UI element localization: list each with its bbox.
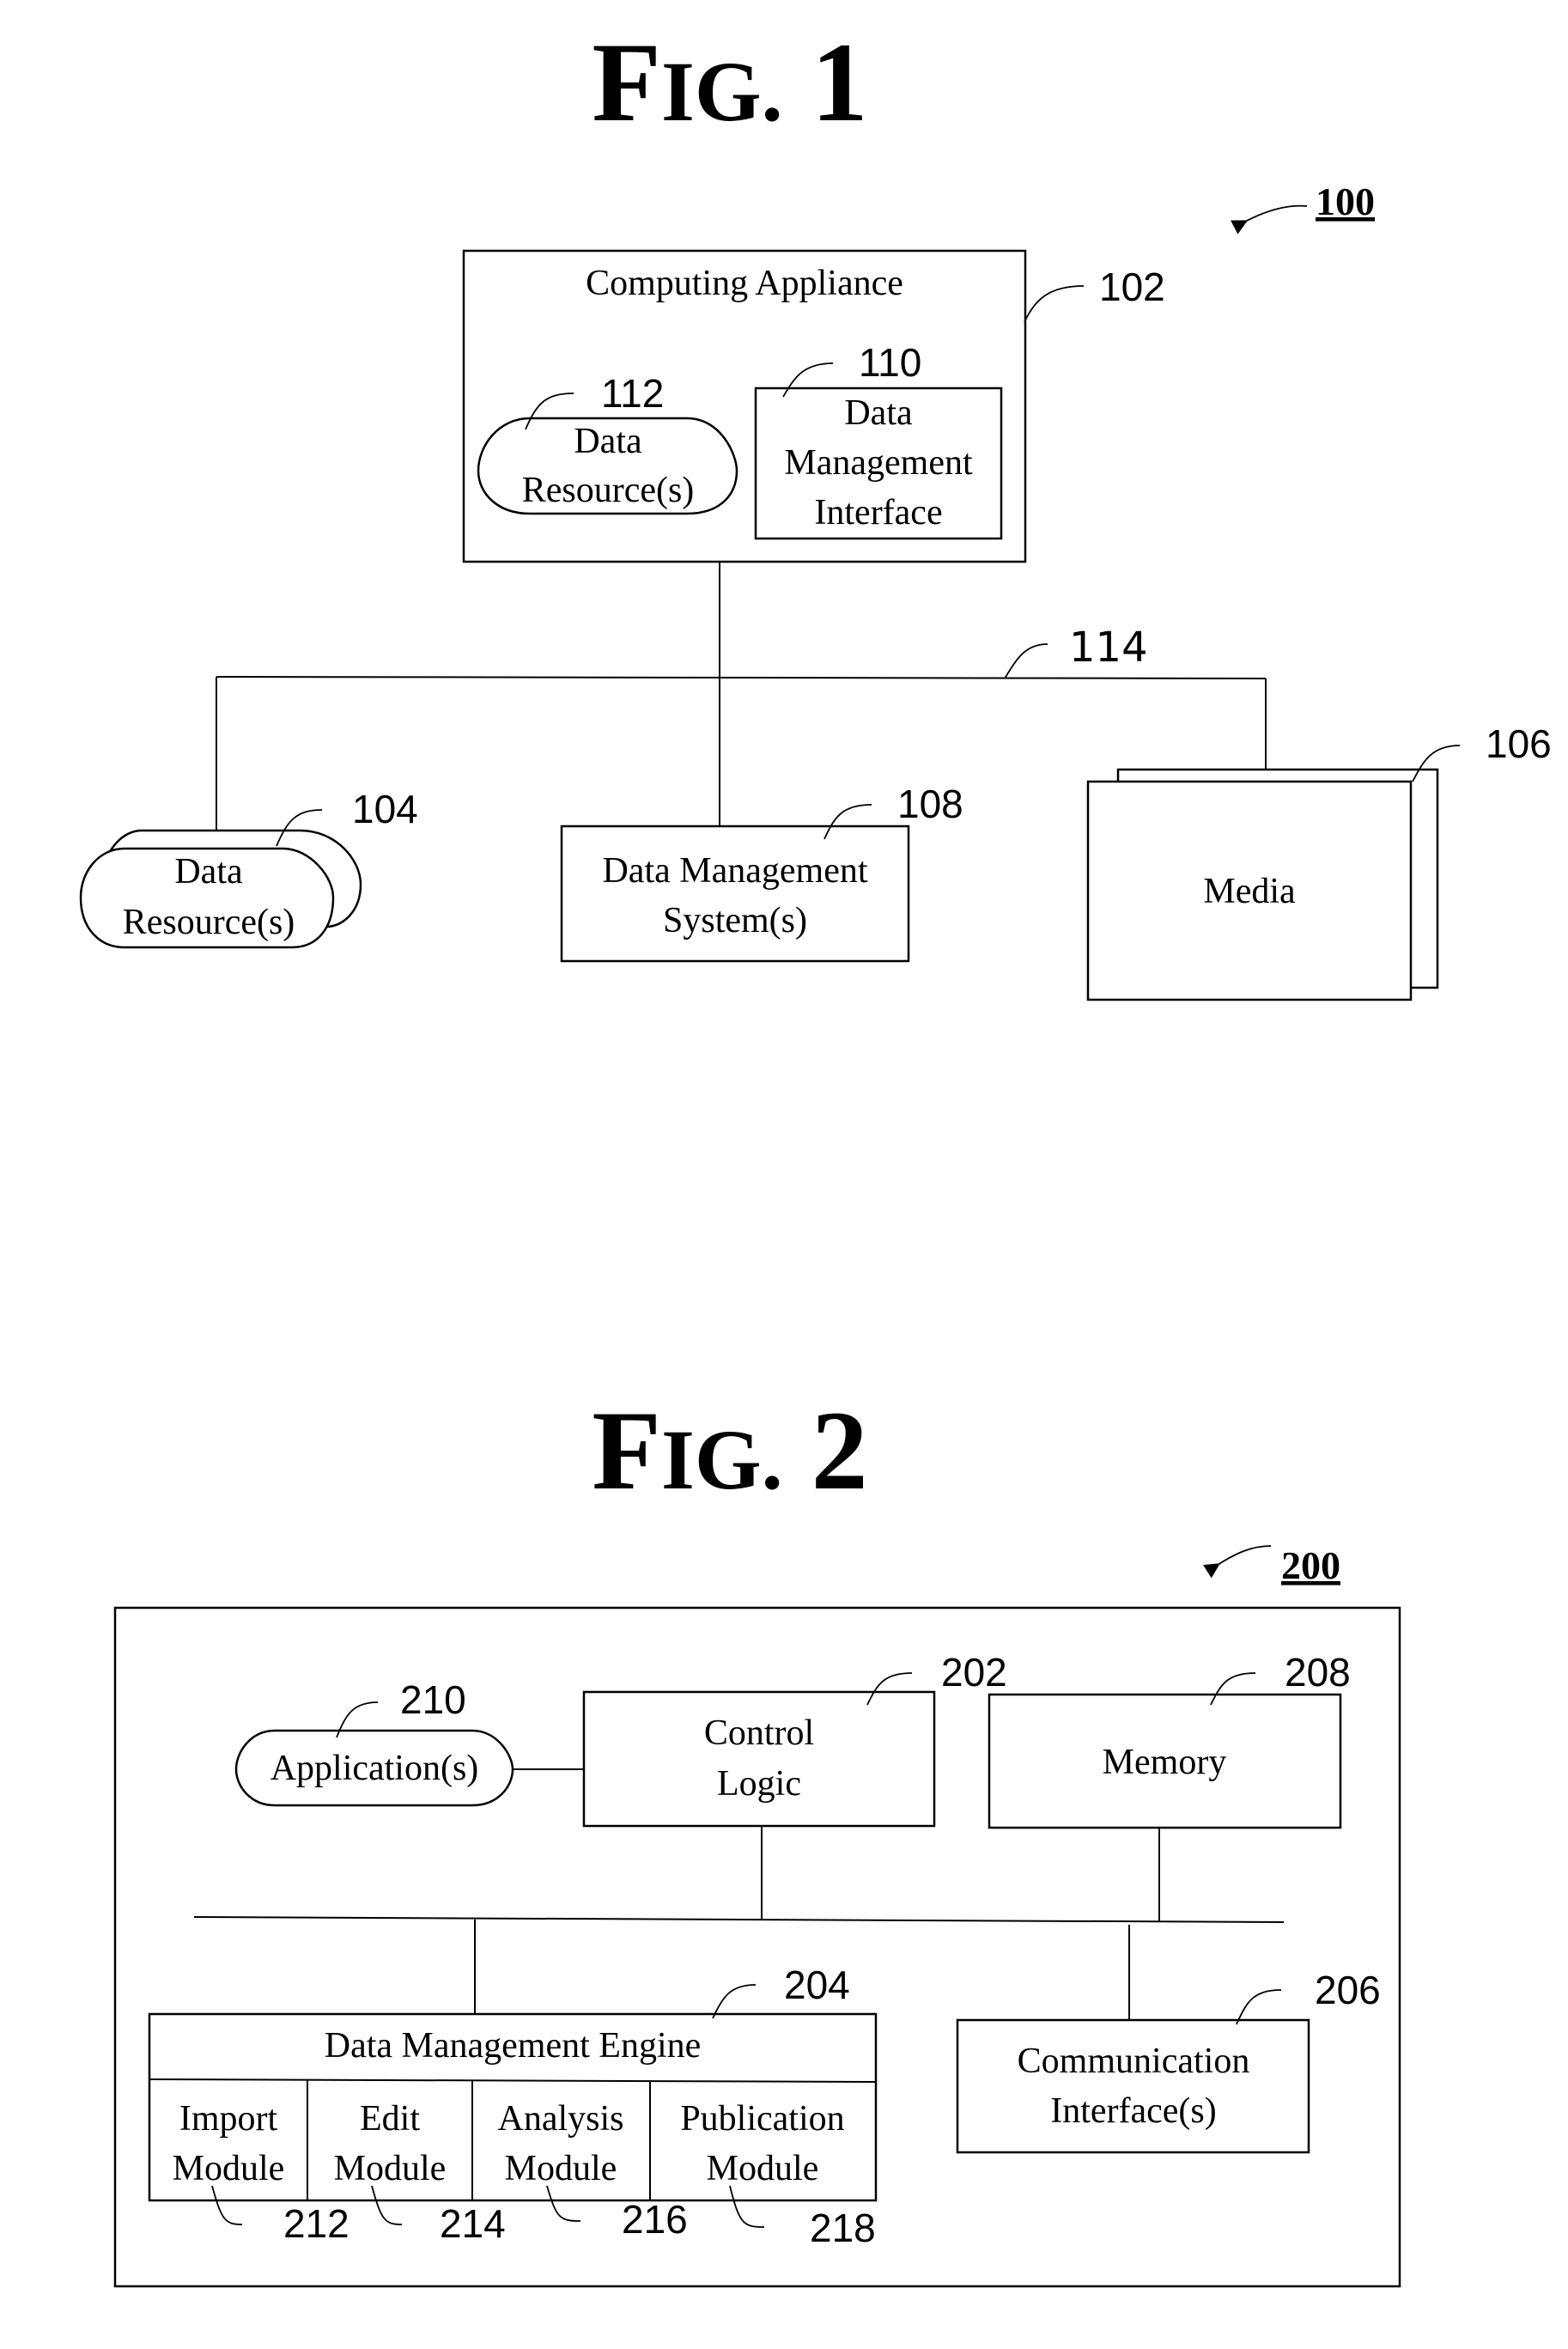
external-data-resources-cylinders: Data Resource(s) 104 xyxy=(79,787,418,949)
ref-104: 104 xyxy=(352,787,418,831)
computing-appliance-label: Computing Appliance xyxy=(586,264,903,303)
comm-line2: Interface(s) xyxy=(1050,2091,1217,2131)
comm-line1: Communication xyxy=(1018,2042,1250,2081)
patent-figures-canvas: FIG. 1 100 Computing Appliance 102 Data … xyxy=(79,19,1552,2288)
fig2-ref-arrow xyxy=(1203,1545,1272,1579)
ref-210: 210 xyxy=(400,1677,466,1722)
ref-108: 108 xyxy=(897,782,963,826)
data-management-systems-box: Data Management System(s) 108 xyxy=(560,782,963,963)
ref-110: 110 xyxy=(859,340,921,385)
dme-label: Data Management Engine xyxy=(325,2026,702,2066)
dmi-line1: Data xyxy=(844,393,913,433)
fig2-figure-ref: 200 xyxy=(1281,1543,1340,1587)
edit-module-line1: Edit xyxy=(360,2099,420,2139)
applications-label: Application(s) xyxy=(270,1749,479,1788)
ref-112: 112 xyxy=(601,371,664,416)
publication-module-line2: Module xyxy=(707,2149,819,2188)
ref-218: 218 xyxy=(810,2206,876,2250)
ref-206: 206 xyxy=(1315,1968,1381,2012)
ref-216: 216 xyxy=(622,2197,688,2242)
control-logic-line2: Logic xyxy=(717,1764,801,1804)
control-logic-line1: Control xyxy=(704,1713,814,1753)
publication-module-line1: Publication xyxy=(680,2099,844,2139)
import-module-line1: Import xyxy=(179,2099,278,2139)
dms-line2: System(s) xyxy=(663,901,807,940)
ref-202: 202 xyxy=(941,1650,1007,1695)
figure-2: FIG. 2 200 Application(s) 210 Control Lo… xyxy=(113,1387,1401,2288)
ref-106: 106 xyxy=(1486,721,1552,766)
fig1-figure-ref: 100 xyxy=(1316,180,1375,223)
fig1-title: FIG. 1 xyxy=(592,19,867,145)
external-data-resources-line2: Resource(s) xyxy=(123,903,295,942)
ref-214: 214 xyxy=(440,2201,506,2246)
edit-module-line2: Module xyxy=(334,2149,447,2188)
dms-line1: Data Management xyxy=(602,851,867,891)
external-data-resources-line1: Data xyxy=(174,852,243,892)
import-module-line2: Module xyxy=(173,2149,285,2188)
media-stack: Media 106 xyxy=(1086,721,1552,1001)
ref-212: 212 xyxy=(283,2201,349,2246)
figure-1: FIG. 1 100 Computing Appliance 102 Data … xyxy=(79,19,1552,1001)
memory-label: Memory xyxy=(1103,1743,1227,1782)
ref-204: 204 xyxy=(784,1963,850,2007)
analysis-module-line2: Module xyxy=(505,2149,617,2188)
ref-114: 114 xyxy=(1069,624,1148,672)
ref-208: 208 xyxy=(1285,1650,1351,1695)
dmi-line3: Interface xyxy=(814,493,942,532)
analysis-module-line1: Analysis xyxy=(498,2099,624,2139)
media-label: Media xyxy=(1203,872,1296,911)
fig1-ref-arrow xyxy=(1231,204,1308,234)
internal-data-resources-line2: Resource(s) xyxy=(522,471,695,510)
ref-102: 102 xyxy=(1099,265,1165,309)
dmi-line2: Management xyxy=(784,443,973,483)
internal-data-resources-line1: Data xyxy=(574,422,642,461)
fig2-title: FIG. 2 xyxy=(592,1387,867,1513)
